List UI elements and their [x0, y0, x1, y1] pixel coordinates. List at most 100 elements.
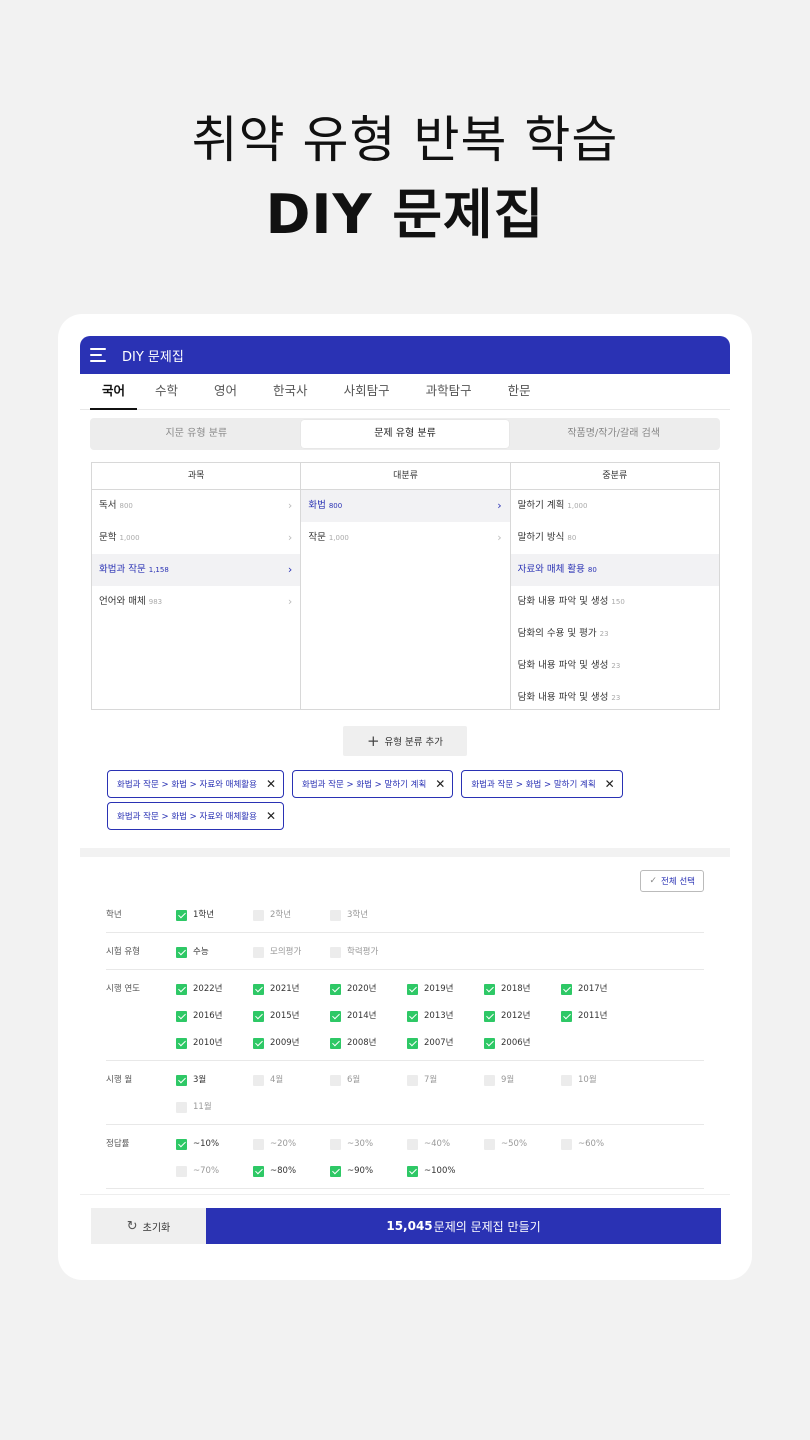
filter-checkbox[interactable]: 2009년	[253, 1034, 330, 1052]
list-item[interactable]: 담화 내용 파악 및 생성 23	[511, 650, 719, 682]
close-icon[interactable]: ✕	[605, 777, 615, 791]
list-item[interactable]: 독서 800 ›	[92, 490, 300, 522]
filter-checkbox[interactable]: 2018년	[484, 980, 561, 998]
filter-option-label: 수능	[193, 947, 209, 957]
list-item[interactable]: 문학 1,000 ›	[92, 522, 300, 554]
filter-checkbox[interactable]: 2006년	[484, 1034, 561, 1052]
checkbox-checked-icon	[407, 1037, 418, 1049]
checkbox-empty-icon	[561, 1074, 572, 1086]
tab-korean-history[interactable]: 한국사	[255, 374, 326, 409]
filter-checkbox[interactable]: ~40%	[407, 1135, 484, 1153]
filter-option-label: 2010년	[193, 1038, 223, 1048]
list-item[interactable]: 화법 800 ›	[301, 490, 510, 522]
filter-checkbox[interactable]: 학력평가	[330, 943, 407, 961]
filter-option-label: 2학년	[270, 910, 292, 920]
add-type-button[interactable]: + 유형 분류 추가	[342, 726, 468, 756]
filter-checkbox[interactable]: ~60%	[561, 1135, 638, 1153]
filter-checkbox[interactable]: 3월	[176, 1071, 253, 1089]
filter-checkbox[interactable]: ~80%	[253, 1162, 330, 1180]
tab-english[interactable]: 영어	[196, 374, 255, 409]
filter-checkbox[interactable]: 10월	[561, 1071, 638, 1089]
filter-checkbox[interactable]: 2021년	[253, 980, 330, 998]
tab-social-studies[interactable]: 사회탐구	[326, 374, 408, 409]
list-item[interactable]: 담화의 수용 및 평가 23	[511, 618, 719, 650]
filter-checkbox[interactable]: 2022년	[176, 980, 253, 998]
menu-icon[interactable]	[90, 348, 108, 362]
filter-checkbox[interactable]: 9월	[484, 1071, 561, 1089]
filter-checkbox[interactable]: 수능	[176, 943, 253, 961]
select-all-button[interactable]: ✓ 전체 선택	[640, 870, 704, 892]
filter-checkbox[interactable]: 4월	[253, 1071, 330, 1089]
filter-option-label: 2022년	[193, 984, 223, 994]
filter-checkbox[interactable]: ~20%	[253, 1135, 330, 1153]
filter-checkbox[interactable]: 모의평가	[253, 943, 330, 961]
create-workbook-label: 문제의 문제집 만들기	[433, 1219, 541, 1234]
filter-checkbox[interactable]: ~90%	[330, 1162, 407, 1180]
selected-chip[interactable]: 화법과 작문 > 화법 > 말하기 계획 ✕	[461, 770, 623, 798]
selected-chip[interactable]: 화법과 작문 > 화법 > 자료와 매체활용 ✕	[107, 802, 284, 830]
filter-checkbox[interactable]: 11월	[176, 1098, 253, 1116]
segment-passage-type[interactable]: 지문 유형 분류	[92, 420, 301, 448]
segment-work-search[interactable]: 작품명/작가/갈래 검색	[509, 420, 718, 448]
filter-checkbox[interactable]: 6월	[330, 1071, 407, 1089]
reset-button[interactable]: ↻ 초기화	[91, 1208, 206, 1244]
filter-checkbox[interactable]: 2020년	[330, 980, 407, 998]
create-workbook-button[interactable]: 15,045 문제의 문제집 만들기	[206, 1208, 721, 1244]
checkbox-checked-icon	[176, 1138, 187, 1150]
filter-checkbox[interactable]: 2015년	[253, 1007, 330, 1025]
filter-checkbox[interactable]: 7월	[407, 1071, 484, 1089]
hero-line-2: DIY 문제집	[265, 183, 545, 246]
filter-checkbox[interactable]: 2016년	[176, 1007, 253, 1025]
filter-checkbox[interactable]: 2학년	[253, 906, 330, 924]
selected-chip[interactable]: 화법과 작문 > 화법 > 말하기 계획 ✕	[292, 770, 454, 798]
tab-chinese-characters[interactable]: 한문	[490, 374, 549, 409]
filter-checkbox[interactable]: 2012년	[484, 1007, 561, 1025]
column-subject: 과목 독서 800 › 문학 1,000 › 화법과 작문 1,158 › 언어와 매체 98…	[92, 463, 302, 709]
tab-math[interactable]: 수학	[137, 374, 196, 409]
list-item[interactable]: 담화 내용 파악 및 생성 150	[511, 586, 719, 618]
close-icon[interactable]: ✕	[435, 777, 445, 791]
item-label: 화법	[308, 500, 326, 511]
checkbox-empty-icon	[330, 1074, 341, 1086]
list-item[interactable]: 화법과 작문 1,158 ›	[92, 554, 301, 586]
filter-checkbox[interactable]: ~50%	[484, 1135, 561, 1153]
list-item[interactable]: 담화 내용 파악 및 생성 23	[511, 682, 719, 714]
chip-label: 화법과 작문 > 화법 > 말하기 계획	[471, 780, 596, 790]
filter-checkbox[interactable]: 2019년	[407, 980, 484, 998]
column-minor-category: 중분류 말하기 계획 1,000 말하기 방식 80 자료와 매체 활용 80 담화 …	[510, 463, 719, 709]
item-label: 작문	[308, 532, 326, 543]
selected-chip[interactable]: 화법과 작문 > 화법 > 자료와 매체활용 ✕	[107, 770, 284, 798]
checkbox-empty-icon	[407, 1138, 418, 1150]
filter-checkbox[interactable]: ~30%	[330, 1135, 407, 1153]
close-icon[interactable]: ✕	[266, 777, 276, 791]
filter-checkbox[interactable]: ~70%	[176, 1162, 253, 1180]
hero-headline: 취약 유형 반복 학습 DIY 문제집	[0, 100, 810, 250]
filter-checkbox[interactable]: 2017년	[561, 980, 638, 998]
chevron-right-icon: ›	[287, 595, 293, 608]
filter-checkbox[interactable]: 2011년	[561, 1007, 638, 1025]
filter-option-label: 2019년	[424, 984, 454, 994]
list-item[interactable]: 말하기 방식 80	[511, 522, 719, 554]
close-icon[interactable]: ✕	[266, 809, 276, 823]
filter-checkbox[interactable]: ~10%	[176, 1135, 253, 1153]
tab-korean[interactable]: 국어	[90, 374, 138, 410]
filter-checkbox[interactable]: 1학년	[176, 906, 253, 924]
filter-checkbox[interactable]: 3학년	[330, 906, 407, 924]
filter-checkbox[interactable]: 2010년	[176, 1034, 253, 1052]
list-item[interactable]: 자료와 매체 활용 80	[510, 554, 719, 586]
list-item[interactable]: 언어와 매체 983 ›	[92, 586, 300, 618]
filter-checkbox[interactable]: 2007년	[407, 1034, 484, 1052]
item-count: 80	[567, 534, 577, 542]
list-item[interactable]: 작문 1,000 ›	[301, 522, 509, 554]
checkbox-empty-icon	[176, 1101, 187, 1113]
list-item[interactable]: 말하기 계획 1,000	[511, 490, 719, 522]
tab-science[interactable]: 과학탐구	[408, 374, 490, 409]
filter-checkbox[interactable]: ~100%	[407, 1162, 484, 1180]
column-header: 과목	[92, 463, 301, 490]
filter-checkbox[interactable]: 2008년	[330, 1034, 407, 1052]
item-count: 983	[148, 598, 163, 606]
filter-checkbox[interactable]: 2013년	[407, 1007, 484, 1025]
segment-question-type[interactable]: 문제 유형 분류	[300, 420, 510, 448]
checkbox-checked-icon	[561, 1010, 572, 1022]
filter-checkbox[interactable]: 2014년	[330, 1007, 407, 1025]
